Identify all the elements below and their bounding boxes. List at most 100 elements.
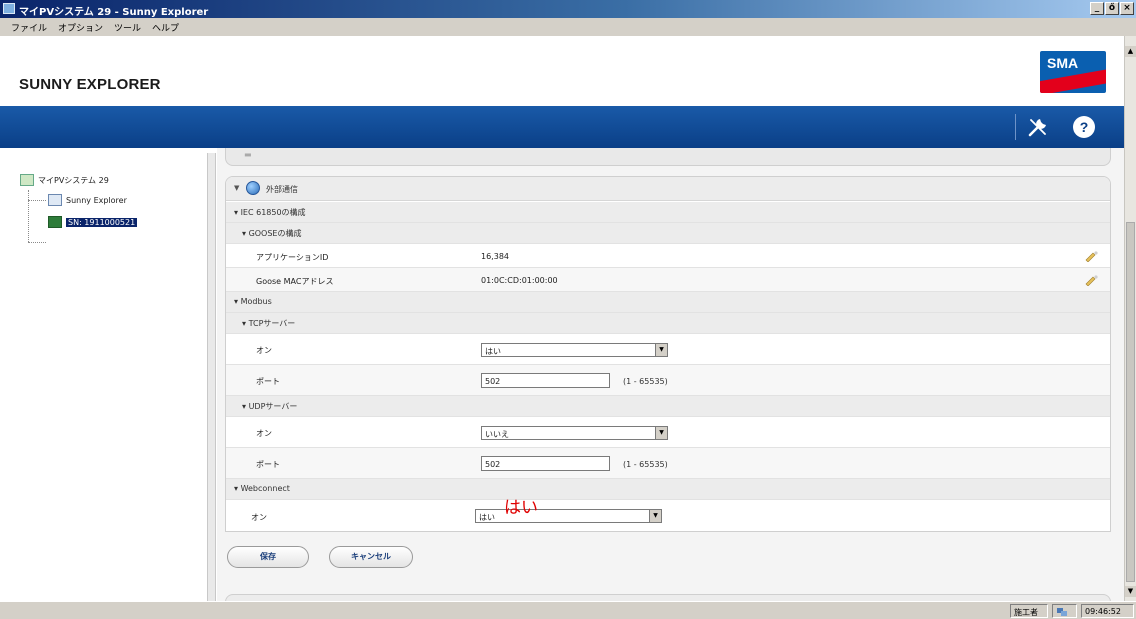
inverter-icon <box>48 216 62 228</box>
field-label: オン <box>256 429 272 438</box>
toolbar-separator <box>1015 114 1016 140</box>
tree-item-label: マイPVシステム 29 <box>38 175 109 185</box>
close-button[interactable]: × <box>1120 2 1134 15</box>
status-user: 施工者 <box>1010 604 1048 618</box>
pencil-edit-icon[interactable] <box>1084 274 1098 286</box>
scroll-up-icon[interactable]: ▲ <box>1125 46 1136 57</box>
tree-item-label: SN: 1911000521 <box>66 217 138 227</box>
dropdown-arrow-icon[interactable]: ▼ <box>649 510 661 522</box>
field-value: 16,384 <box>481 252 509 261</box>
status-time: 09:46:52 <box>1081 604 1134 618</box>
collapsed-section-top[interactable]: ▬ <box>225 148 1111 166</box>
group-label-text: TCPサーバー <box>248 319 296 328</box>
port-range-hint: (1 - 65535) <box>623 460 668 469</box>
port-range-hint: (1 - 65535) <box>623 377 668 386</box>
pencil-edit-icon[interactable] <box>1084 250 1098 262</box>
group-udp-server[interactable]: ▾ UDPサーバー <box>226 396 1110 417</box>
group-label-text: GOOSEの構成 <box>248 229 302 238</box>
window-titlebar: マイPVシステム 29 - Sunny Explorer _ ő × <box>0 0 1136 18</box>
section-header[interactable]: ▼ 外部通信 <box>226 177 1110 201</box>
tree-item-sunny-explorer[interactable]: Sunny Explorer <box>48 194 127 206</box>
logo-text: SMA <box>1047 55 1079 71</box>
sma-logo: SMA <box>1040 51 1106 93</box>
brand-title: SUNNY EXPLORER <box>19 76 161 93</box>
network-icon <box>1052 604 1077 618</box>
field-label: ポート <box>256 377 280 386</box>
scroll-down-icon[interactable]: ▼ <box>1125 586 1136 597</box>
red-annotation: はい <box>504 498 538 518</box>
collapse-arrow-icon[interactable]: ▼ <box>234 184 239 192</box>
section-title: 外部通信 <box>266 185 298 194</box>
cancel-button[interactable]: キャンセル <box>329 546 413 568</box>
scroll-thumb[interactable] <box>1126 222 1135 582</box>
help-icon[interactable]: ? <box>1073 116 1095 138</box>
row-webconnect-on: オン はい ▼ <box>226 500 1110 531</box>
tree-item-label: Sunny Explorer <box>66 195 127 205</box>
logo-swoosh <box>1040 68 1106 93</box>
menu-help[interactable]: ヘルプ <box>147 18 185 36</box>
row-udp-port: ポート 502 (1 - 65535) <box>226 448 1110 479</box>
menu-options[interactable]: オプション <box>53 18 109 36</box>
chevron-down-icon: ▬ <box>244 150 252 159</box>
screen-icon <box>48 194 62 206</box>
network-status-icon <box>1057 608 1067 616</box>
group-label-text: IEC 61850の構成 <box>240 208 306 217</box>
tcp-on-select[interactable]: はい ▼ <box>481 343 668 357</box>
group-label: ▾ Modbus <box>234 297 272 306</box>
menu-tools[interactable]: ツール <box>109 18 147 36</box>
group-label: ▾ TCPサーバー <box>242 319 296 328</box>
group-iec61850[interactable]: ▾ IEC 61850の構成 <box>226 202 1110 223</box>
row-udp-on: オン いいえ ▼ <box>226 417 1110 448</box>
menu-bar: ファイル オプション ツール ヘルプ <box>0 18 1136 36</box>
group-label: ▾ GOOSEの構成 <box>242 229 302 238</box>
dropdown-arrow-icon[interactable]: ▼ <box>655 427 667 439</box>
blue-toolbar: ? <box>0 106 1124 148</box>
plant-icon <box>20 174 34 186</box>
panel-splitter[interactable] <box>207 153 216 601</box>
group-label: ▾ Webconnect <box>234 484 290 493</box>
field-value: 01:0C:CD:01:00:00 <box>481 276 558 285</box>
maximize-button[interactable]: ő <box>1105 2 1119 15</box>
vertical-scrollbar[interactable]: ▲ ▼ <box>1124 36 1136 601</box>
row-tcp-on: オン はい ▼ <box>226 334 1110 365</box>
wrench-icon[interactable] <box>1026 115 1050 139</box>
save-button[interactable]: 保存 <box>227 546 309 568</box>
app-icon <box>3 3 15 14</box>
group-label: ▾ UDPサーバー <box>242 402 298 411</box>
globe-icon <box>246 181 260 195</box>
group-label-text: Webconnect <box>240 484 290 493</box>
minimize-button[interactable]: _ <box>1090 2 1104 15</box>
group-modbus[interactable]: ▾ Modbus <box>226 292 1110 313</box>
dropdown-arrow-icon[interactable]: ▼ <box>655 344 667 356</box>
row-goose-mac: Goose MACアドレス 01:0C:CD:01:00:00 <box>226 268 1110 292</box>
group-label: ▾ IEC 61850の構成 <box>234 208 306 217</box>
field-label: オン <box>256 346 272 355</box>
menu-file[interactable]: ファイル <box>6 18 53 36</box>
tree-item-inverter[interactable]: SN: 1911000521 <box>48 216 138 228</box>
window-title: マイPVシステム 29 - Sunny Explorer <box>19 7 209 18</box>
select-value: はい <box>485 347 501 356</box>
group-tcp-server[interactable]: ▾ TCPサーバー <box>226 313 1110 334</box>
external-communication-section: ▼ 外部通信 ▾ IEC 61850の構成 ▾ GOOSEの構成 アプリケーショ… <box>225 176 1111 532</box>
tree-connector <box>28 190 29 242</box>
group-webconnect[interactable]: ▾ Webconnect <box>226 479 1110 500</box>
tree-connector <box>28 200 46 201</box>
field-label: オン <box>251 513 267 522</box>
select-value: はい <box>479 513 495 522</box>
udp-port-input[interactable]: 502 <box>481 456 610 471</box>
tree-connector <box>28 242 46 243</box>
field-label: アプリケーションID <box>256 253 329 262</box>
device-tree: マイPVシステム 29 Sunny Explorer SN: 191100052… <box>6 158 206 600</box>
group-label-text: Modbus <box>240 297 272 306</box>
field-label: Goose MACアドレス <box>256 277 334 286</box>
tcp-port-input[interactable]: 502 <box>481 373 610 388</box>
group-label-text: UDPサーバー <box>248 402 298 411</box>
status-bar: 施工者 09:46:52 <box>0 601 1136 619</box>
tree-item-root[interactable]: マイPVシステム 29 <box>20 174 109 186</box>
main-content: ▬ ▼ 外部通信 ▾ IEC 61850の構成 ▾ GOOSEの構成 アプリケー… <box>217 148 1124 604</box>
select-value: いいえ <box>485 430 509 439</box>
row-tcp-port: ポート 502 (1 - 65535) <box>226 365 1110 396</box>
field-label: ポート <box>256 460 280 469</box>
group-goose[interactable]: ▾ GOOSEの構成 <box>226 223 1110 244</box>
udp-on-select[interactable]: いいえ ▼ <box>481 426 668 440</box>
